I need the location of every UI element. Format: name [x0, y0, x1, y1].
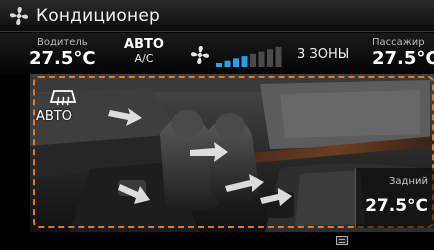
rear-zone-panel[interactable]: Задний 27.5°C	[355, 168, 434, 228]
interior-auto-label[interactable]: АВТО	[36, 109, 72, 124]
fan-speed-bar	[267, 49, 273, 67]
fan-speed-bar	[250, 53, 256, 67]
fan-speed-bars[interactable]	[216, 45, 286, 67]
climate-screen: Кондиционер Водитель 27.5°C АВТО A/C 3 З…	[0, 0, 434, 250]
fan-speed-bar	[241, 56, 248, 67]
passenger-label: Пассажир	[372, 37, 425, 48]
title-bar: Кондиционер	[0, 0, 434, 32]
page-title: Кондиционер	[36, 5, 160, 26]
rear-defrost-icon[interactable]	[48, 88, 78, 108]
zones-label[interactable]: 3 ЗОНЫ	[297, 47, 349, 62]
fan-speed-bar	[275, 46, 282, 67]
fan-speed-icon	[191, 46, 209, 64]
fan-speed-bar	[216, 63, 222, 67]
fan-speed-bar	[258, 51, 265, 67]
passenger-temp[interactable]: 27.5°C	[372, 48, 434, 69]
ac-mode-label[interactable]: A/C	[124, 52, 164, 65]
menu-icon[interactable]	[336, 236, 348, 245]
rear-label: Задний	[389, 176, 428, 187]
driver-label: Водитель	[37, 37, 88, 48]
rear-temp[interactable]: 27.5°C	[365, 196, 428, 216]
fan-speed-bar	[224, 60, 231, 67]
fan-speed-bar	[233, 58, 239, 67]
bottom-bar	[0, 232, 434, 250]
status-bar: Водитель 27.5°C АВТО A/C 3 ЗОНЫ Пассажир…	[0, 33, 434, 73]
fan-icon	[10, 6, 28, 25]
driver-temp[interactable]: 27.5°C	[29, 48, 96, 69]
auto-mode-label[interactable]: АВТО	[124, 37, 164, 52]
